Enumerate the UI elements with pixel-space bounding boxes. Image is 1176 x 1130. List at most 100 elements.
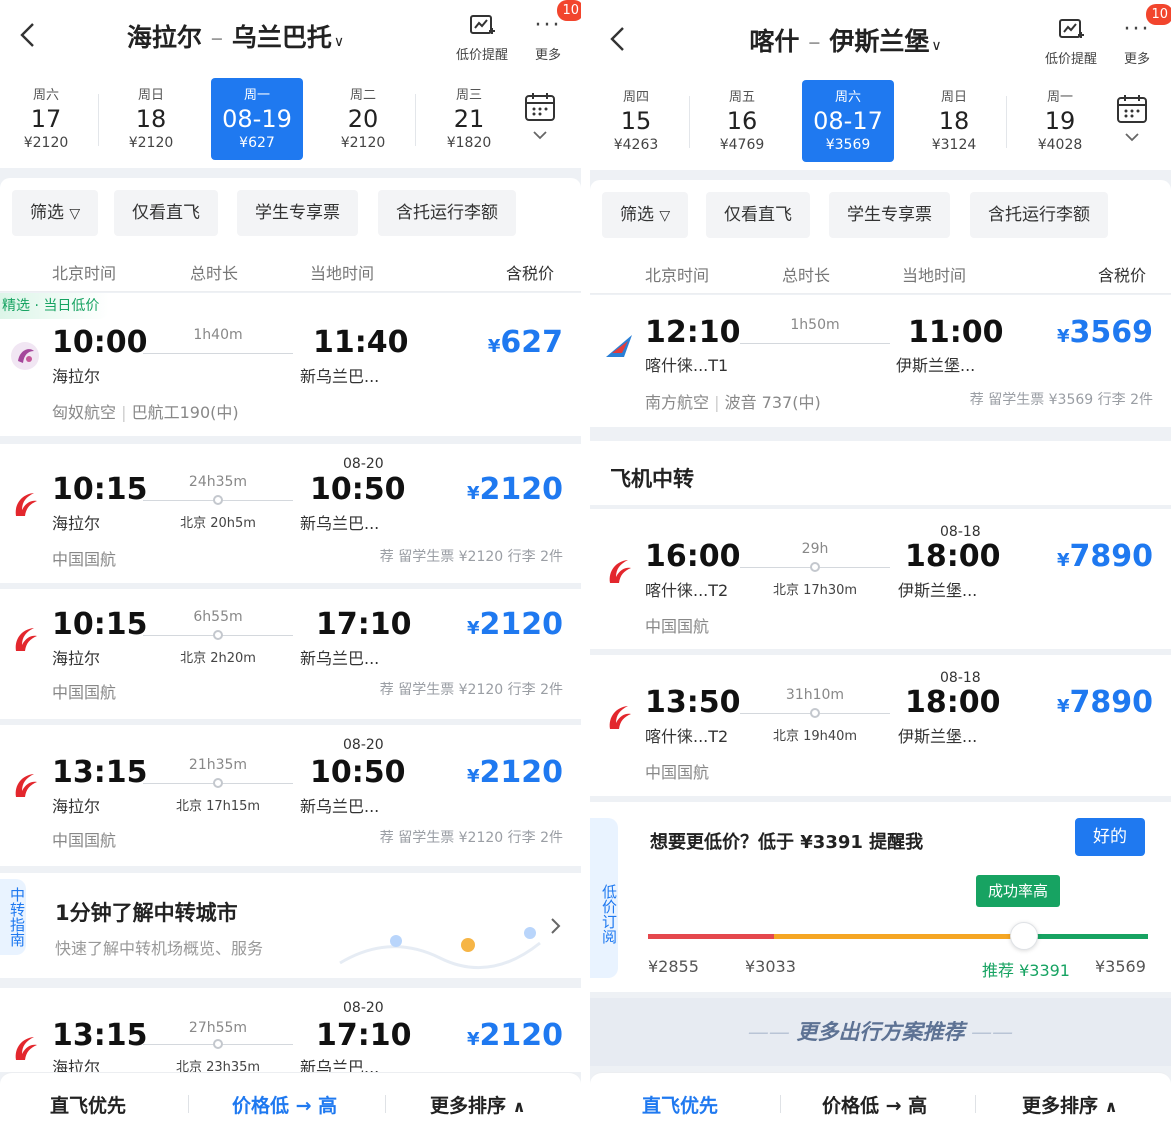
price-bar-orange <box>774 934 1024 939</box>
aircraft-type: 波音 737(中) <box>724 393 821 412</box>
date-day: 16 <box>726 107 758 135</box>
route-title[interactable]: 喀什 – 伊斯兰堡 ∨ <box>710 22 981 58</box>
student-fare-chip[interactable]: 学生专享票 <box>237 190 358 236</box>
airline-name: 南方航空 <box>645 393 710 412</box>
direct-only-chip[interactable]: 仅看直飞 <box>706 192 810 238</box>
student-fare-chip[interactable]: 学生专享票 <box>829 192 950 238</box>
baggage-chip[interactable]: 含托运行李额 <box>378 190 516 236</box>
arrival-airport: 新乌兰巴... <box>300 367 380 386</box>
price-min: ¥2855 <box>648 957 699 976</box>
price-alert-button[interactable]: 低价提醒 <box>1039 16 1103 67</box>
baggage-chip[interactable]: 含托运行李额 <box>970 192 1108 238</box>
filter-icon: ▽ <box>69 206 81 222</box>
flight-price: ¥7890 <box>1057 539 1153 574</box>
col-price: 含税价 <box>1098 266 1147 285</box>
flight-card[interactable]: 12:10 喀什徕...T1 1h50m 11:00 伊斯兰堡... ¥3569… <box>590 295 1171 427</box>
calendar-button[interactable] <box>1112 94 1152 150</box>
destination-city: 伊斯兰堡 <box>829 27 930 56</box>
more-plans-banner[interactable]: —— 更多出行方案推荐 —— <box>590 998 1171 1066</box>
date-item[interactable]: 周日 18 ¥2120 <box>105 78 197 160</box>
stop-dot <box>213 778 223 788</box>
flight-price: ¥3569 <box>1057 315 1153 350</box>
flight-card[interactable]: 08-18 16:00 喀什徕...T2 29h 北京 17h30m 18:00… <box>590 509 1171 649</box>
date-item-selected[interactable]: 周六 08-17 ¥3569 <box>802 80 894 162</box>
flight-card[interactable]: 10:15 海拉尔 6h55m 北京 2h20m 17:10 新乌兰巴... ¥… <box>0 589 581 719</box>
more-plans-text: 更多出行方案推荐 <box>796 1020 965 1044</box>
date-item[interactable]: 周一 19 ¥4028 <box>1014 80 1106 162</box>
col-arrival: 当地时间 <box>310 264 375 283</box>
date-price: ¥2120 <box>340 135 386 151</box>
sort-direct-first[interactable]: 直飞优先 <box>642 1091 718 1118</box>
transfer-info: 北京 19h40m <box>772 729 858 744</box>
flight-card[interactable]: 08-20 10:15 海拉尔 24h35m 北京 20h5m 10:50 新乌… <box>0 444 581 583</box>
price-slider-handle[interactable] <box>1010 922 1038 950</box>
price-value: 7890 <box>1069 685 1154 720</box>
header: 喀什 – 伊斯兰堡 ∨ 低价提醒 ··· 更多 10 周四 15 ¥4263 周五 16… <box>590 0 1171 170</box>
date-day: 19 <box>1044 107 1076 135</box>
subscribe-ok-button[interactable]: 好的 <box>1075 818 1145 856</box>
date-item-selected[interactable]: 周一 08-19 ¥627 <box>211 78 303 160</box>
guide-vertical-label: 中转指南 <box>0 879 26 955</box>
trend-chart-icon <box>1059 19 1084 38</box>
date-day: 15 <box>620 107 652 135</box>
departure-time: 13:15 <box>52 1018 148 1053</box>
calendar-button[interactable] <box>520 92 560 148</box>
departure-time: 12:10 <box>645 315 741 350</box>
arrival-airport: 新乌兰巴... <box>300 514 380 533</box>
success-rate-pill: 成功率高 <box>976 875 1061 907</box>
date-item[interactable]: 周六 17 ¥2120 <box>0 78 92 160</box>
sort-direct-first[interactable]: 直飞优先 <box>50 1091 126 1118</box>
col-duration: 总时长 <box>190 264 239 283</box>
flight-price: ¥2120 <box>467 755 563 790</box>
sort-price-low-high[interactable]: 价格低 → 高 <box>822 1091 927 1118</box>
transfer-info: 北京 17h15m <box>175 799 261 814</box>
origin-city: 海拉尔 <box>126 23 202 52</box>
notification-badge: 10 <box>1146 4 1171 25</box>
direct-only-chip[interactable]: 仅看直飞 <box>114 190 218 236</box>
arrival-time: 18:00 <box>905 685 1001 720</box>
chevron-down-icon: ∨ <box>931 38 942 54</box>
sort-more[interactable]: 更多排序 ∧ <box>1022 1091 1118 1118</box>
flight-card[interactable]: 精选 · 当日低价 10:00 海拉尔 1h40m 11:40 新乌兰巴... … <box>0 293 581 436</box>
flight-card[interactable]: 08-18 13:50 喀什徕...T2 31h10m 北京 19h40m 18… <box>590 655 1171 796</box>
filter-chip[interactable]: 筛选 ▽ <box>12 190 99 236</box>
more-plans-title: —— 更多出行方案推荐 —— <box>747 1020 1014 1044</box>
date-item[interactable]: 周日 18 ¥3124 <box>908 80 1000 162</box>
flight-card[interactable]: 08-20 13:15 海拉尔 27h55m 北京 23h35m 17:10 新… <box>0 988 581 1072</box>
currency-symbol: ¥ <box>1056 696 1070 717</box>
filter-label: 学生专享票 <box>255 203 340 223</box>
flight-price: ¥627 <box>488 325 563 360</box>
col-price: 含税价 <box>506 264 555 283</box>
date-weekday: 周六 <box>834 90 861 105</box>
airline-name: 中国国航 <box>52 550 117 569</box>
filter-label: 含托运行李额 <box>988 205 1090 225</box>
route-dash: – <box>808 27 821 56</box>
date-item[interactable]: 周五 16 ¥4769 <box>696 80 788 162</box>
more-button[interactable]: ··· 更多 10 <box>1117 4 1171 67</box>
flight-price: ¥2120 <box>467 1018 563 1053</box>
sort-price-low-high[interactable]: 价格低 → 高 <box>232 1091 337 1118</box>
next-day-date: 08-20 <box>343 456 384 472</box>
departure-airport: 海拉尔 <box>52 649 101 668</box>
airline-info: 匈奴航空 | 巴航工190(中) <box>52 403 239 422</box>
column-header: 北京时间 总时长 当地时间 含税价 <box>0 248 581 292</box>
sort-more[interactable]: 更多排序 ∧ <box>430 1091 526 1118</box>
next-day-date: 08-18 <box>940 670 981 686</box>
price-tick: ¥3033 <box>745 957 796 976</box>
flight-card[interactable]: 08-20 13:15 海拉尔 21h35m 北京 17h15m 10:50 新… <box>0 725 581 866</box>
price-alert-button[interactable]: 低价提醒 <box>450 12 514 63</box>
date-divider <box>415 94 416 146</box>
back-icon[interactable] <box>604 24 634 54</box>
date-item[interactable]: 周三 21 ¥1820 <box>423 78 515 160</box>
filter-chip[interactable]: 筛选 ▽ <box>602 192 689 238</box>
route-title[interactable]: 海拉尔 – 乌兰巴托 ∨ <box>0 18 471 54</box>
col-departure: 北京时间 <box>645 266 710 285</box>
date-item[interactable]: 周二 20 ¥2120 <box>317 78 409 160</box>
price-value: 2120 <box>479 755 564 790</box>
date-item[interactable]: 周四 15 ¥4263 <box>590 80 682 162</box>
map-pins-icon <box>339 927 541 970</box>
transfer-guide-banner[interactable]: 中转指南 1分钟了解中转城市 快速了解中转机场概览、服务 <box>0 873 581 978</box>
sort-more-label: 更多排序 <box>1022 1095 1099 1117</box>
arrival-time: 18:00 <box>905 539 1001 574</box>
more-button[interactable]: ··· 更多 10 <box>528 0 581 63</box>
